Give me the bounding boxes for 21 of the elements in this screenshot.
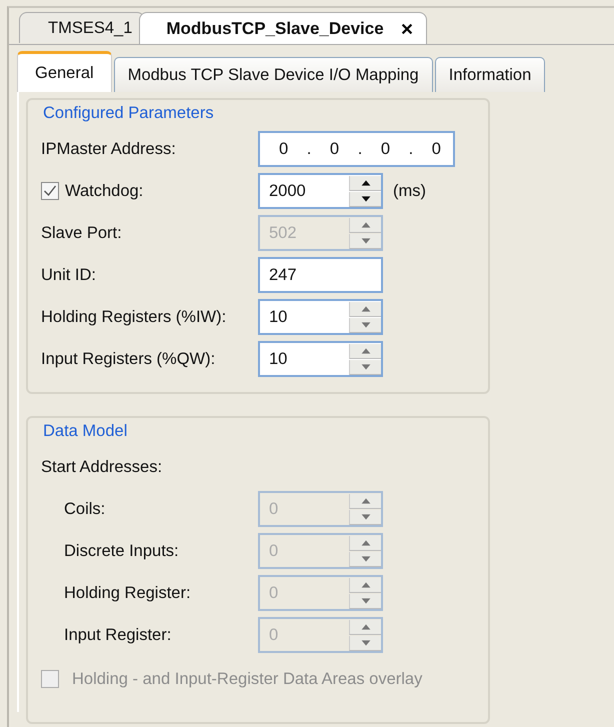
field-label: Slave Port: [41, 224, 122, 242]
field-label: Input Register: [64, 626, 172, 644]
field-label: Input Registers (%QW): [41, 350, 216, 368]
tab[interactable]: Modbus TCP Slave Device I/O Mapping [114, 57, 433, 92]
editor-tab[interactable]: ModbusTCP_Slave_Device [139, 12, 427, 44]
field-label: Coils: [64, 500, 106, 518]
field-label: Unit ID: [41, 266, 96, 284]
close-icon [400, 22, 414, 36]
checkbox-label: Holding - and Input-Register Data Areas overlay [72, 670, 422, 688]
field-label: Discrete Inputs: [64, 542, 179, 560]
unit-label: (ms) [393, 182, 426, 200]
field-label: Holding Register: [64, 584, 191, 602]
field-label: Holding Registers (%IW): [41, 308, 226, 326]
input-field[interactable]: 247 [258, 257, 383, 293]
tab[interactable]: Information [434, 57, 546, 92]
ip-address-field[interactable]: 0 . 0 . 0 . 0 [258, 131, 455, 167]
tab[interactable]: General [17, 51, 112, 92]
checkbox[interactable] [41, 182, 59, 200]
field-label: IPMaster Address: [41, 140, 176, 158]
field-label: Start Addresses: [41, 458, 162, 476]
field-label: Watchdog: [65, 182, 144, 200]
